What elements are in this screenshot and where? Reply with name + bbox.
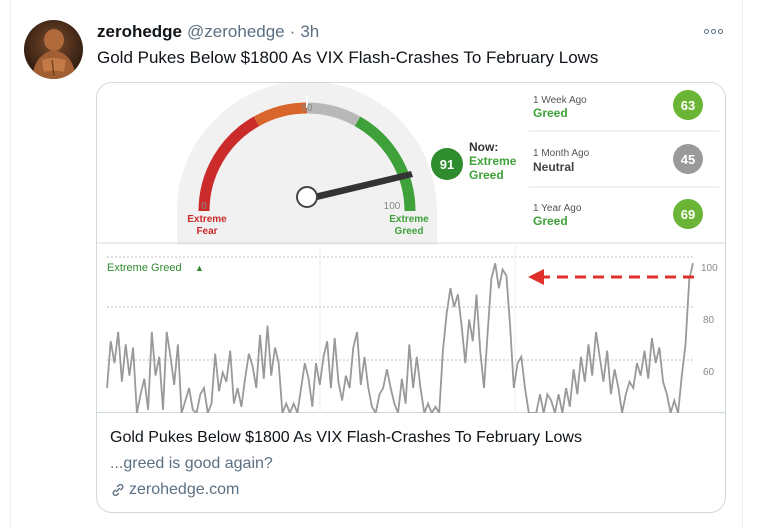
card-domain-text: zerohedge.com bbox=[129, 481, 240, 498]
history-panel: 1 Week Ago Greed 63 1 Month Ago Neutral … bbox=[529, 90, 719, 229]
separator-dot: · bbox=[289, 22, 296, 41]
series-line bbox=[106, 262, 694, 413]
avatar[interactable] bbox=[24, 20, 83, 79]
gauge-left-label-1: Extreme bbox=[187, 214, 227, 225]
gauge-right-label-1: Extreme bbox=[389, 214, 429, 225]
gauge-tick-100: 100 bbox=[384, 201, 401, 212]
gauge-right-label-2: Greed bbox=[395, 226, 424, 237]
card-image: 50 0 100 Extreme Fear Extreme Greed 91 N… bbox=[97, 83, 725, 413]
timestamp[interactable]: 3h bbox=[300, 22, 319, 42]
link-card[interactable]: 50 0 100 Extreme Fear Extreme Greed 91 N… bbox=[96, 82, 726, 513]
fear-greed-gauge: 50 0 100 Extreme Fear Extreme Greed 91 N… bbox=[177, 83, 517, 245]
ytick-label: 100 bbox=[701, 263, 718, 274]
ytick-label: 80 bbox=[703, 315, 715, 326]
gauge-now-state-2: Greed bbox=[469, 168, 504, 182]
tweet-header: zerohedge @zerohedge · 3h bbox=[97, 22, 319, 44]
year-state: Greed bbox=[533, 214, 568, 228]
timeline-border-right bbox=[742, 0, 743, 528]
gauge-now-label: Now: bbox=[469, 140, 498, 154]
year-label: 1 Year Ago bbox=[533, 203, 582, 214]
avatar-image bbox=[24, 20, 83, 79]
card-title[interactable]: Gold Pukes Below $1800 As VIX Flash-Cras… bbox=[110, 429, 582, 447]
week-value: 63 bbox=[681, 98, 695, 113]
band-label: Extreme Greed bbox=[107, 262, 182, 274]
more-options-icon[interactable] bbox=[700, 20, 726, 42]
gauge-value: 91 bbox=[440, 157, 454, 172]
month-value: 45 bbox=[681, 152, 695, 167]
gauge-tick-0: 0 bbox=[201, 201, 207, 212]
card-description: ...greed is good again? bbox=[110, 455, 273, 472]
display-name[interactable]: zerohedge bbox=[97, 22, 182, 42]
annotation-arrow-head bbox=[528, 269, 544, 285]
gauge-left-label-2: Fear bbox=[196, 226, 217, 237]
ytick-label: 60 bbox=[703, 367, 715, 378]
tweet[interactable]: zerohedge @zerohedge · 3h Gold Pukes Bel… bbox=[0, 0, 760, 528]
history-chart: Extreme Greed ▲ 100 80 60 bbox=[97, 242, 725, 413]
tweet-text: Gold Pukes Below $1800 As VIX Flash-Cras… bbox=[97, 48, 599, 67]
gauge-tick-50: 50 bbox=[301, 103, 313, 114]
card-domain[interactable]: zerohedge.com bbox=[110, 481, 239, 499]
gauge-now-state-1: Extreme bbox=[469, 154, 517, 168]
month-state: Neutral bbox=[533, 160, 574, 174]
week-label: 1 Week Ago bbox=[533, 95, 587, 106]
timeline-border-left bbox=[10, 0, 11, 528]
band-marker: ▲ bbox=[195, 263, 204, 273]
week-state: Greed bbox=[533, 106, 568, 120]
user-handle[interactable]: @zerohedge bbox=[187, 22, 285, 42]
year-value: 69 bbox=[681, 207, 695, 222]
month-label: 1 Month Ago bbox=[533, 148, 590, 159]
link-icon bbox=[112, 483, 124, 497]
